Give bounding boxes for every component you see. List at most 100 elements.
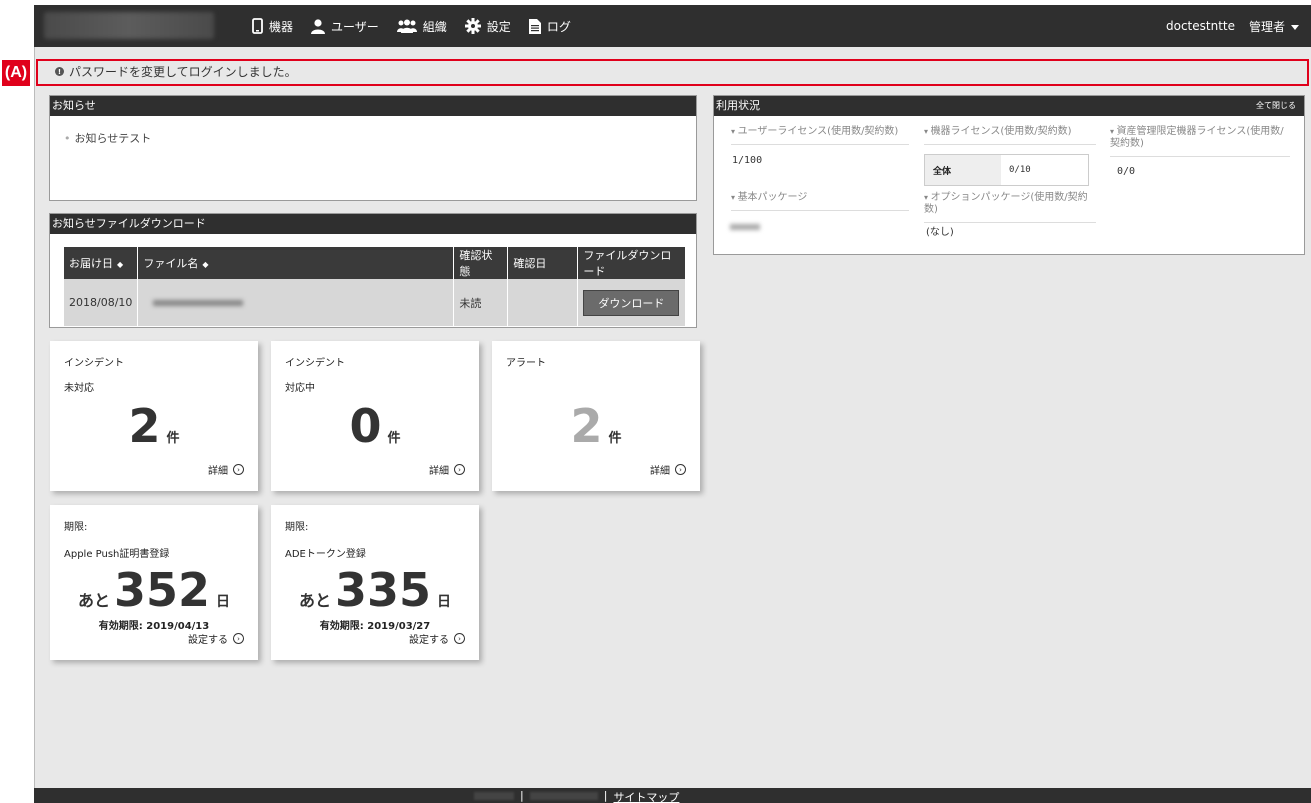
card-subtitle: ADEトークン登録 xyxy=(285,549,366,560)
gear-icon xyxy=(464,18,481,34)
nav-organizations[interactable]: 組織 xyxy=(396,18,447,35)
asset-license-label: 資産管理限定機器ライセンス(使用数/契約数) xyxy=(1110,126,1290,157)
column-header-date[interactable]: お届け日 ◆ xyxy=(64,247,139,279)
nav-logs[interactable]: ログ xyxy=(528,18,571,35)
group-icon xyxy=(396,19,417,33)
sort-icon: ◆ xyxy=(202,260,209,269)
user-license-label: ユーザーライセンス(使用数/契約数) xyxy=(731,126,909,145)
alert-card: アラート 2件 詳細 › xyxy=(492,341,700,491)
chevron-right-icon: › xyxy=(675,464,686,475)
configure-link[interactable]: 設定する › xyxy=(409,631,465,646)
ade-token-expiry-card: 期限: ADEトークン登録 あと335 日 有効期限: 2019/03/27 設定… xyxy=(271,505,479,660)
nav-settings-label: 設定 xyxy=(486,19,511,34)
annotation-label: (A) xyxy=(2,60,30,86)
card-subtitle: Apple Push証明書登録 xyxy=(64,549,170,560)
download-button[interactable]: ダウンロード xyxy=(583,289,680,316)
role-menu[interactable]: 管理者 xyxy=(1249,18,1299,35)
document-icon xyxy=(528,18,541,34)
file-download-panel: お知らせファイルダウンロード お届け日 ◆ ファイル名 ◆ 確認状態 確認日 ファイ… xyxy=(49,213,697,328)
card-count: 2件 xyxy=(570,399,622,453)
asset-license-section[interactable]: 資産管理限定機器ライセンス(使用数/契約数) xyxy=(1110,126,1290,157)
device-all-value: 0/10 xyxy=(1009,165,1031,175)
card-subtitle: 未対応 xyxy=(64,383,94,394)
usage-panel-header: 利用状況 全て閉じる xyxy=(714,96,1304,116)
footer-separator: | xyxy=(520,789,524,802)
column-header-status: 確認状態 xyxy=(453,247,509,279)
basic-package-label: 基本パッケージ xyxy=(731,192,909,211)
chevron-right-icon: › xyxy=(454,464,465,475)
card-count: 0件 xyxy=(349,399,401,453)
top-navigation-bar: 機器 ユーザー 組織 設定 ログ doctestntte 管理者 xyxy=(34,5,1311,47)
column-header-filename[interactable]: ファイル名 ◆ xyxy=(137,247,455,279)
column-header-download: ファイルダウンロード xyxy=(577,247,686,279)
redacted-footer-link[interactable] xyxy=(474,792,514,800)
nav-logs-label: ログ xyxy=(546,19,571,34)
expiry-date: 有効期限: 2019/03/27 xyxy=(319,621,431,632)
role-label: 管理者 xyxy=(1248,19,1285,34)
chevron-right-icon: › xyxy=(233,633,244,644)
device-license-table: 全体 0/10 xyxy=(924,154,1089,186)
cell-date: 2018/08/10 xyxy=(64,279,139,326)
sort-icon: ◆ xyxy=(117,260,124,269)
caret-down-icon xyxy=(1291,24,1299,30)
nav-devices[interactable]: 機器 xyxy=(252,18,293,35)
redacted-filename xyxy=(153,300,244,306)
user-area: doctestntte 管理者 xyxy=(1166,5,1299,47)
user-license-section[interactable]: ユーザーライセンス(使用数/契約数) xyxy=(731,126,909,145)
remaining-days: あと352 日 xyxy=(77,563,231,617)
card-category: インシデント xyxy=(64,358,124,369)
card-count: 2件 xyxy=(128,399,180,453)
apple-push-expiry-card: 期限: Apple Push証明書登録 あと352 日 有効期限: 2019/04… xyxy=(50,505,258,660)
detail-link[interactable]: 詳細 › xyxy=(429,462,465,477)
card-subtitle: 対応中 xyxy=(285,383,315,394)
smartphone-icon xyxy=(252,18,263,34)
collapse-all-link[interactable]: 全て閉じる xyxy=(1256,96,1296,116)
footer-links: | | サイトマップ xyxy=(474,789,679,803)
logo[interactable] xyxy=(44,12,214,39)
redacted-package xyxy=(730,224,760,230)
detail-link[interactable]: 詳細 › xyxy=(650,462,686,477)
notice-panel: お知らせ お知らせテスト xyxy=(49,95,697,201)
user-license-value: 1/100 xyxy=(732,155,763,166)
configure-link[interactable]: 設定する › xyxy=(188,631,244,646)
nav-users[interactable]: ユーザー xyxy=(311,18,379,35)
user-icon xyxy=(311,18,326,34)
device-license-section[interactable]: 機器ライセンス(使用数/契約数) xyxy=(924,126,1096,145)
redacted-footer-link[interactable] xyxy=(529,792,598,800)
status-message-text: パスワードを変更してログインしました。 xyxy=(69,65,297,79)
main-nav: 機器 ユーザー 組織 設定 ログ xyxy=(252,5,571,47)
chevron-right-icon: › xyxy=(233,464,244,475)
footer: | | サイトマップ xyxy=(34,788,1311,803)
basic-package-section[interactable]: 基本パッケージ xyxy=(731,192,909,211)
notice-item[interactable]: お知らせテスト xyxy=(64,130,152,146)
option-package-section[interactable]: オプションパッケージ(使用数/契約数) xyxy=(924,192,1096,223)
status-message: ! パスワードを変更してログインしました。 xyxy=(55,63,297,80)
nav-settings[interactable]: 設定 xyxy=(464,18,511,35)
nav-organizations-label: 組織 xyxy=(422,19,447,34)
card-category: アラート xyxy=(506,358,546,369)
usage-panel-title: 利用状況 xyxy=(716,99,760,112)
cell-status: 未読 xyxy=(453,279,509,326)
asset-license-value: 0/0 xyxy=(1117,166,1136,177)
info-icon: ! xyxy=(55,67,64,76)
option-package-value: (なし) xyxy=(926,227,954,238)
incident-in-progress-card: インシデント 対応中 0件 詳細 › xyxy=(271,341,479,491)
cell-download: ダウンロード xyxy=(577,279,686,326)
username: doctestntte xyxy=(1165,19,1235,33)
footer-separator: | xyxy=(603,789,608,802)
detail-link[interactable]: 詳細 › xyxy=(208,462,244,477)
device-all-label: 全体 xyxy=(925,155,1001,185)
cell-filename xyxy=(137,279,455,326)
table-row: 2018/08/10 未読 ダウンロード xyxy=(64,279,686,326)
nav-devices-label: 機器 xyxy=(269,19,294,34)
column-header-confirm-date: 確認日 xyxy=(507,247,579,279)
nav-users-label: ユーザー xyxy=(331,19,379,34)
card-category: 期限: xyxy=(285,522,309,533)
chevron-right-icon: › xyxy=(454,633,465,644)
device-license-label: 機器ライセンス(使用数/契約数) xyxy=(924,126,1096,145)
expiry-date: 有効期限: 2019/04/13 xyxy=(98,621,210,632)
incident-unhandled-card: インシデント 未対応 2件 詳細 › xyxy=(50,341,258,491)
card-category: 期限: xyxy=(64,522,88,533)
cell-confirm-date xyxy=(507,279,579,326)
sitemap-link[interactable]: サイトマップ xyxy=(613,789,679,803)
